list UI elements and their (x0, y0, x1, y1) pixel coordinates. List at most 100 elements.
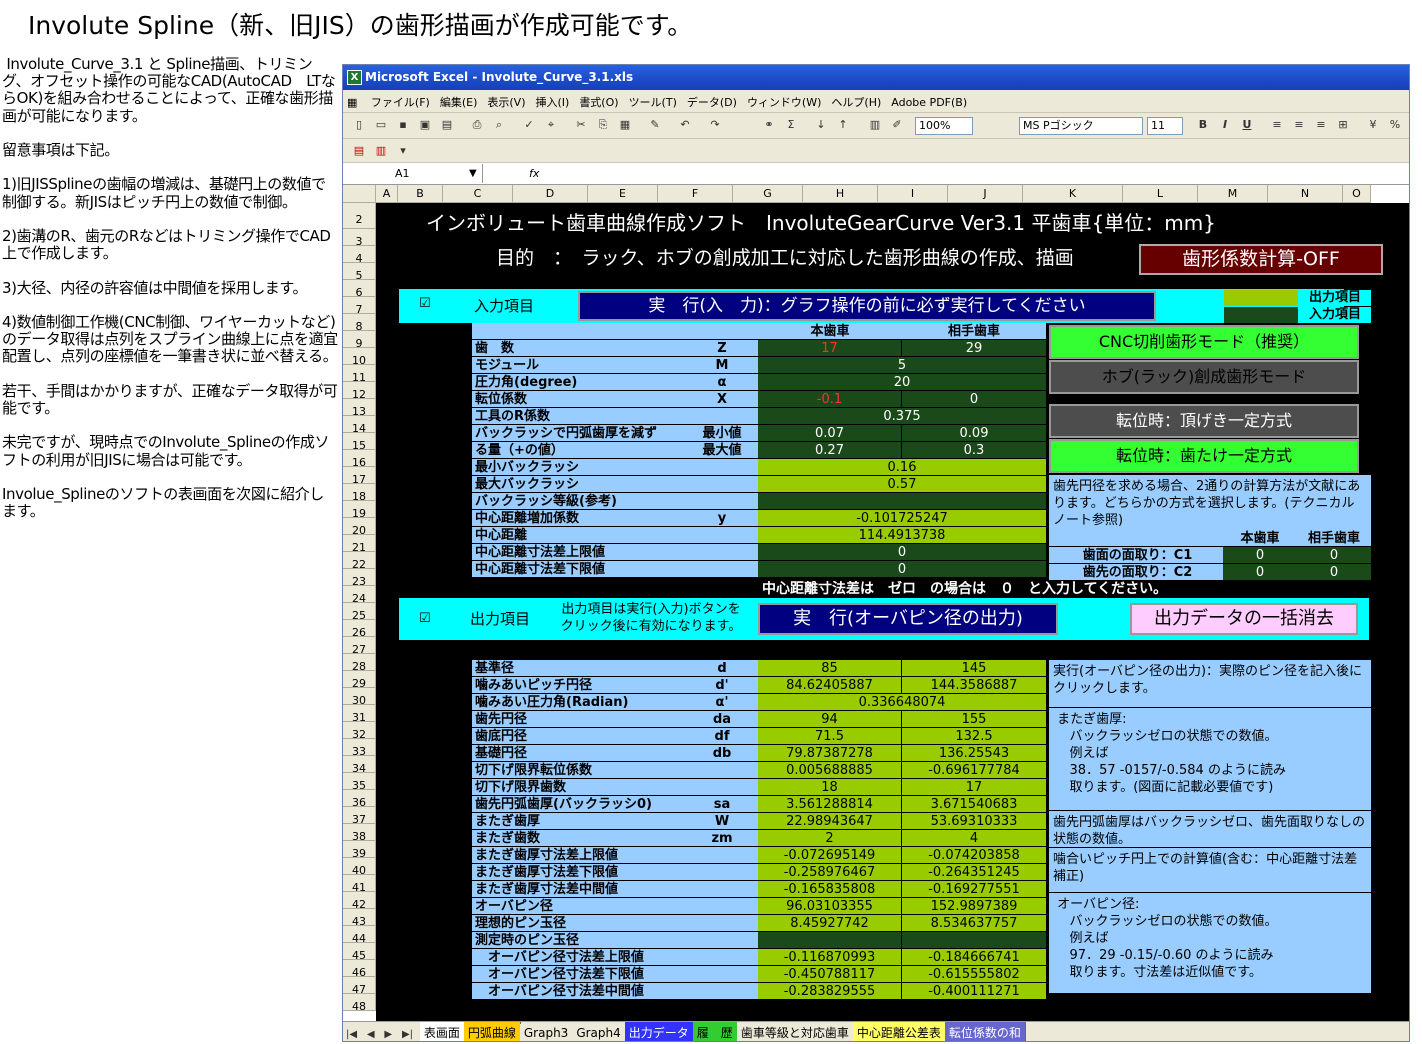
menu-item-2[interactable]: 表示(V) (482, 90, 530, 110)
input-value-mate[interactable]: 29 (902, 340, 1046, 357)
zoom-select[interactable]: 100% (915, 117, 973, 135)
prev-sheet-icon[interactable]: ◀ (364, 1027, 378, 1041)
sheet-tab-3[interactable]: Graph4 (572, 1024, 626, 1041)
row-header-40[interactable]: 40 (343, 858, 376, 877)
pdf-mail-icon[interactable]: ▥ (373, 143, 389, 159)
save-icon[interactable]: ▪ (395, 117, 411, 133)
sheet-tab-8[interactable]: 転位係数の和 (944, 1022, 1026, 1041)
select-all-corner[interactable] (343, 185, 376, 203)
input-value-main[interactable]: -0.1 (758, 391, 902, 408)
row-header-29[interactable]: 29 (343, 671, 376, 690)
column-header-I[interactable]: I (878, 185, 948, 203)
print-icon[interactable]: ⎙ (469, 117, 485, 133)
input-value-mate[interactable]: 0.09 (902, 425, 1046, 442)
row-header-19[interactable]: 19 (343, 501, 376, 520)
row-header-48[interactable]: 48 (343, 994, 376, 1013)
row-header-7[interactable]: 7 (343, 297, 376, 316)
preview-icon[interactable]: ⌕ (491, 117, 507, 133)
input-value-mate[interactable]: 0.3 (902, 442, 1046, 459)
column-header-O[interactable]: O (1343, 185, 1371, 203)
row-header-34[interactable]: 34 (343, 756, 376, 775)
column-header-D[interactable]: D (513, 185, 588, 203)
row-header-45[interactable]: 45 (343, 943, 376, 962)
new-icon[interactable]: ▯ (351, 117, 367, 133)
column-header-C[interactable]: C (443, 185, 513, 203)
row-header-2[interactable]: 2 (343, 203, 376, 229)
input-value[interactable]: 114.4913738 (758, 527, 1046, 544)
chart-icon[interactable]: ▥ (867, 117, 883, 133)
row-header-21[interactable]: 21 (343, 535, 376, 554)
row-header-44[interactable]: 44 (343, 926, 376, 945)
input-checkbox[interactable]: ☑ (419, 296, 435, 312)
column-header-F[interactable]: F (658, 185, 733, 203)
row-header-11[interactable]: 11 (343, 365, 376, 384)
row-header-24[interactable]: 24 (343, 586, 376, 605)
menu-item-5[interactable]: ツール(T) (624, 90, 682, 110)
row-header-15[interactable]: 15 (343, 433, 376, 452)
column-header-E[interactable]: E (588, 185, 658, 203)
input-value-main[interactable]: 0.07 (758, 425, 902, 442)
input-value[interactable]: 0.16 (758, 459, 1046, 476)
row-header-28[interactable]: 28 (343, 654, 376, 673)
column-header-N[interactable]: N (1268, 185, 1343, 203)
column-header-K[interactable]: K (1023, 185, 1123, 203)
sort-desc-icon[interactable]: ↑ (835, 117, 851, 133)
column-header-J[interactable]: J (948, 185, 1023, 203)
align-center-icon[interactable]: ≡ (1291, 117, 1307, 133)
autosum-icon[interactable]: Σ (783, 117, 799, 133)
menu-item-7[interactable]: ウィンドウ(W) (742, 90, 826, 110)
clear-output-button[interactable]: 出力データの一括消去 (1130, 603, 1358, 635)
column-header-B[interactable]: B (398, 185, 443, 203)
align-right-icon[interactable]: ≡ (1313, 117, 1329, 133)
clearance-const-button[interactable]: 転位時：頂げき一定方式 (1049, 404, 1359, 438)
name-box[interactable]: A1 (343, 164, 483, 183)
run-output-button[interactable]: 実 行(オーバピン径の出力) (758, 603, 1058, 635)
row-header-37[interactable]: 37 (343, 807, 376, 826)
merge-icon[interactable]: ⊞ (1335, 117, 1351, 133)
input-value[interactable]: 0.375 (758, 408, 1046, 425)
input-value[interactable] (758, 493, 1046, 510)
row-header-22[interactable]: 22 (343, 552, 376, 571)
output-checkbox[interactable]: ☑ (419, 611, 435, 627)
menu-item-0[interactable]: ファイル(F) (366, 90, 435, 110)
depth-const-button[interactable]: 転位時：歯たけ一定方式 (1049, 439, 1359, 473)
sort-asc-icon[interactable]: ↓ (813, 117, 829, 133)
row-header-14[interactable]: 14 (343, 416, 376, 435)
row-header-8[interactable]: 8 (343, 314, 376, 333)
row-header-43[interactable]: 43 (343, 909, 376, 928)
menu-item-8[interactable]: ヘルプ(H) (826, 90, 886, 110)
menu-item-1[interactable]: 編集(E) (435, 90, 483, 110)
row-header-13[interactable]: 13 (343, 399, 376, 418)
chamfer-value-main[interactable]: 0 (1223, 547, 1297, 564)
row-header-3[interactable]: 3 (343, 229, 376, 248)
row-header-33[interactable]: 33 (343, 739, 376, 758)
open-icon[interactable]: ▭ (373, 117, 389, 133)
row-header-18[interactable]: 18 (343, 484, 376, 503)
output-value-main[interactable] (758, 932, 902, 949)
row-header-39[interactable]: 39 (343, 841, 376, 860)
input-value-main[interactable]: 0.27 (758, 442, 902, 459)
sheet-tab-0[interactable]: 表画面 (419, 1022, 465, 1041)
row-header-12[interactable]: 12 (343, 382, 376, 401)
copy-icon[interactable]: ⎘ (595, 117, 611, 133)
column-header-H[interactable]: H (803, 185, 878, 203)
column-header-A[interactable]: A (376, 185, 398, 203)
font-size-select[interactable]: 11 (1147, 117, 1183, 135)
cut-icon[interactable]: ✂ (573, 117, 589, 133)
sheet-tab-6[interactable]: 歯車等級と対応歯車 (736, 1022, 854, 1041)
column-header-M[interactable]: M (1198, 185, 1268, 203)
percent-icon[interactable]: % (1387, 117, 1403, 133)
last-sheet-icon[interactable]: ▶| (399, 1027, 416, 1041)
run-input-button[interactable]: 実 行(入 力)：グラフ操作の前に必ず実行してください (578, 291, 1156, 321)
row-header-4[interactable]: 4 (343, 246, 376, 265)
sheet-tab-1[interactable]: 円弧曲線 (463, 1022, 521, 1041)
input-value[interactable]: 0.57 (758, 476, 1046, 493)
row-header-10[interactable]: 10 (343, 348, 376, 367)
sheet-tab-7[interactable]: 中心距離公差表 (852, 1022, 946, 1041)
sheet-tab-4[interactable]: 出力データ (624, 1022, 694, 1041)
row-header-47[interactable]: 47 (343, 977, 376, 996)
row-header-35[interactable]: 35 (343, 773, 376, 792)
permission-icon[interactable]: ▣ (417, 117, 433, 133)
chamfer-value-mate[interactable]: 0 (1297, 547, 1371, 564)
italic-icon[interactable]: I (1217, 117, 1233, 133)
